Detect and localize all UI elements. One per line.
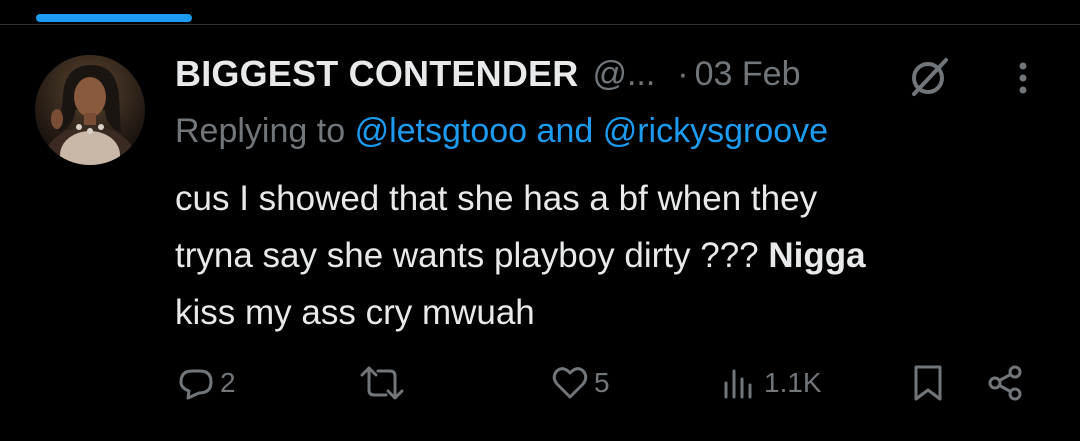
bookmark-button[interactable] xyxy=(910,358,946,408)
display-name[interactable]: BIGGEST CONTENDER xyxy=(175,53,578,95)
tweet-header: BIGGEST CONTENDER @... · 03 Feb xyxy=(175,52,800,96)
repost-icon xyxy=(360,366,404,400)
tweet-text-line: cus I showed that she has a bf when they xyxy=(175,179,818,218)
tweet-actions: 2 5 1.1K xyxy=(0,358,1080,408)
mention-link[interactable]: @rickysgroove xyxy=(603,112,828,150)
avatar[interactable] xyxy=(35,55,145,165)
user-handle[interactable]: @... xyxy=(592,55,655,94)
grok-icon[interactable] xyxy=(906,54,952,100)
reply-icon xyxy=(179,369,213,400)
like-button[interactable]: 5 xyxy=(550,358,610,408)
tweet-text-segment: tryna say she wants playboy dirty ??? xyxy=(175,236,759,275)
share-icon xyxy=(988,365,1022,401)
mention-and[interactable]: and xyxy=(537,112,594,150)
tweet-text: cus I showed that she has a bf when they… xyxy=(175,170,1045,341)
share-button[interactable] xyxy=(985,358,1025,408)
repost-button[interactable] xyxy=(356,358,412,408)
avatar-image xyxy=(35,55,145,165)
replying-to-label: Replying to xyxy=(175,112,346,150)
views-icon xyxy=(724,369,752,399)
replying-to: Replying to @letsgtooo and @rickysgroove xyxy=(175,112,828,151)
like-count: 5 xyxy=(594,367,610,398)
views-count: 1.1K xyxy=(764,367,822,398)
tab-active-indicator xyxy=(36,14,192,22)
more-options-icon[interactable] xyxy=(1010,56,1036,100)
reply-button[interactable]: 2 xyxy=(176,358,236,408)
separator-dot: · xyxy=(677,54,689,93)
mention-link[interactable]: @letsgtooo xyxy=(355,112,528,150)
reply-count: 2 xyxy=(220,367,236,398)
tweet-text-line: tryna say she wants playboy dirty ??? Ni… xyxy=(175,227,1045,284)
views-button[interactable]: 1.1K xyxy=(720,358,822,408)
tweet-text-line: kiss my ass cry mwuah xyxy=(175,293,535,332)
tweet-date[interactable]: 03 Feb xyxy=(695,55,801,94)
tweet-text-bold: Nigga xyxy=(768,236,866,275)
header-divider xyxy=(0,24,1080,25)
like-icon xyxy=(552,367,588,399)
bookmark-icon xyxy=(914,365,942,401)
